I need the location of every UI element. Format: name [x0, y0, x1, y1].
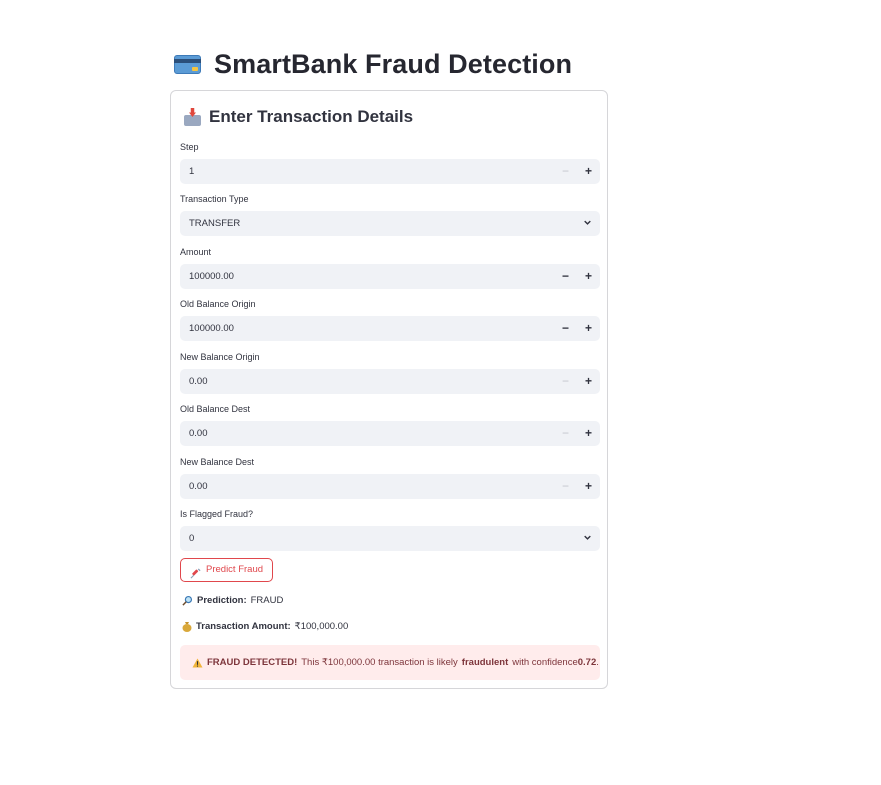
new-balance-origin-label: New Balance Origin [180, 352, 260, 362]
amount-increment-button[interactable]: + [577, 264, 600, 289]
new-balance-origin-value: 0.00 [189, 376, 208, 387]
prediction-label: Prediction: [197, 595, 247, 606]
old-balance-origin-value: 100000.00 [189, 323, 234, 334]
alert-fraudulent: fraudulent [461, 657, 509, 668]
form-heading: Enter Transaction Details [209, 107, 414, 126]
page-header: SmartBank Fraud Detection [174, 44, 572, 84]
alert-period: . [596, 657, 599, 668]
transaction-amount-value: ₹100,000.00 [294, 621, 349, 632]
amount-label: Amount [180, 247, 212, 257]
step-field: Step 1 − + [180, 141, 600, 184]
old-balance-origin-input[interactable]: 100000.00 − + [180, 316, 600, 341]
transaction-type-label: Transaction Type [180, 194, 249, 204]
is-flagged-fraud-value: 0 [189, 533, 195, 544]
page-title: SmartBank Fraud Detection [214, 48, 573, 79]
old-balance-origin-increment-button[interactable]: + [577, 316, 600, 341]
transaction-type-select[interactable]: TRANSFER [180, 211, 600, 236]
transaction-amount-line: Transaction Amount: ₹100,000.00 [182, 621, 348, 632]
chevron-down-icon [584, 534, 591, 541]
credit-card-icon [174, 54, 202, 74]
new-balance-dest-decrement-button[interactable]: − [554, 474, 577, 499]
old-balance-origin-field: Old Balance Origin 100000.00 − + [180, 298, 600, 341]
step-input[interactable]: 1 − + [180, 159, 600, 184]
alert-text2: with confidence [512, 657, 578, 668]
transaction-form: Enter Transaction Details Step 1 − + Tra… [170, 90, 608, 689]
prediction-value: FRAUD [250, 595, 284, 606]
step-increment-button[interactable]: + [577, 159, 600, 184]
step-decrement-button[interactable]: − [554, 159, 577, 184]
old-balance-origin-decrement-button[interactable]: − [554, 316, 577, 341]
form-heading-row: Enter Transaction Details [184, 105, 413, 129]
new-balance-origin-field: New Balance Origin 0.00 − + [180, 351, 600, 394]
old-balance-dest-input[interactable]: 0.00 − + [180, 421, 600, 446]
prediction-line: Prediction: FRAUD [182, 595, 283, 606]
step-label: Step [180, 142, 199, 152]
is-flagged-fraud-field: Is Flagged Fraud? 0 [180, 508, 600, 551]
money-bag-icon [182, 621, 192, 632]
predict-fraud-label: Predict Fraud [206, 564, 264, 575]
is-flagged-fraud-select[interactable]: 0 [180, 526, 600, 551]
transaction-amount-label: Transaction Amount: [196, 621, 291, 632]
alert-confidence: 0.72 [577, 657, 597, 668]
old-balance-dest-field: Old Balance Dest 0.00 − + [180, 403, 600, 446]
new-balance-origin-decrement-button[interactable]: − [554, 369, 577, 394]
new-balance-origin-input[interactable]: 0.00 − + [180, 369, 600, 394]
transaction-type-field: Transaction Type TRANSFER [180, 193, 600, 236]
alert-text1: This ₹100,000.00 transaction is likely [301, 657, 458, 668]
new-balance-dest-input[interactable]: 0.00 − + [180, 474, 600, 499]
old-balance-origin-label: Old Balance Origin [180, 299, 256, 309]
amount-decrement-button[interactable]: − [554, 264, 577, 289]
amount-field: Amount 100000.00 − + [180, 246, 600, 289]
warning-icon [192, 657, 203, 668]
amount-input[interactable]: 100000.00 − + [180, 264, 600, 289]
new-balance-origin-increment-button[interactable]: + [577, 369, 600, 394]
transaction-type-value: TRANSFER [189, 218, 241, 229]
predict-fraud-button[interactable]: Predict Fraud [180, 558, 274, 582]
step-value: 1 [189, 166, 195, 177]
new-balance-dest-increment-button[interactable]: + [577, 474, 600, 499]
chevron-down-icon [584, 219, 591, 226]
new-balance-dest-label: New Balance Dest [180, 457, 255, 467]
inbox-tray-icon [184, 108, 201, 126]
old-balance-dest-label: Old Balance Dest [180, 404, 251, 414]
old-balance-dest-value: 0.00 [189, 428, 208, 439]
new-balance-dest-value: 0.00 [189, 481, 208, 492]
magnifier-icon [182, 595, 193, 606]
alert-strong: FRAUD DETECTED! [207, 657, 298, 668]
amount-value: 100000.00 [189, 271, 234, 282]
new-balance-dest-field: New Balance Dest 0.00 − + [180, 456, 600, 499]
fraud-alert: FRAUD DETECTED! This ₹100,000.00 transac… [180, 645, 600, 680]
old-balance-dest-decrement-button[interactable]: − [554, 421, 577, 446]
is-flagged-fraud-label: Is Flagged Fraud? [180, 509, 254, 519]
syringe-icon [190, 565, 201, 578]
old-balance-dest-increment-button[interactable]: + [577, 421, 600, 446]
